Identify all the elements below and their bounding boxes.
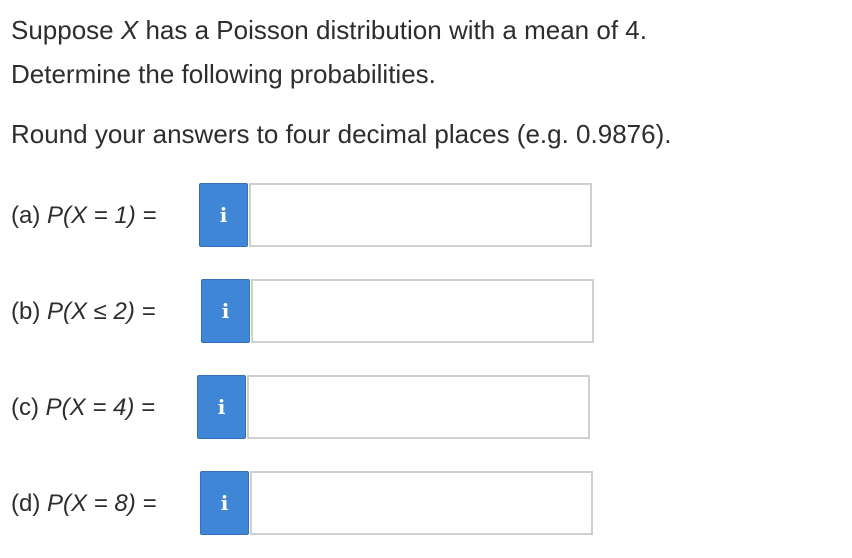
stem-text: has a Poisson distribution with a mean o… xyxy=(138,15,647,45)
variable-x: X xyxy=(120,15,139,45)
rounding-instruction: Round your answers to four decimal place… xyxy=(11,119,672,149)
info-icon[interactable]: i xyxy=(197,375,246,439)
info-icon[interactable]: i xyxy=(200,471,249,535)
part-a-answer-input[interactable] xyxy=(249,183,592,247)
info-icon[interactable]: i xyxy=(201,279,250,343)
stem-line-2: Determine the following probabilities. xyxy=(11,59,436,89)
info-icon[interactable]: i xyxy=(199,183,248,247)
question-stem: Suppose X has a Poisson distribution wit… xyxy=(11,8,647,96)
part-d-answer-input[interactable] xyxy=(250,471,593,535)
part-c-label: (c) P(X = 4) = xyxy=(11,394,156,421)
part-c-answer-input[interactable] xyxy=(247,375,590,439)
part-b-answer-input[interactable] xyxy=(251,279,594,343)
stem-text: Suppose xyxy=(11,15,121,45)
part-d-label: (d) P(X = 8) = xyxy=(11,490,157,517)
part-b-label: (b) P(X ≤ 2) = xyxy=(11,298,156,325)
part-a-label: (a) P(X = 1) = xyxy=(11,202,157,229)
stem-line-1: Suppose X has a Poisson distribution wit… xyxy=(11,8,647,52)
